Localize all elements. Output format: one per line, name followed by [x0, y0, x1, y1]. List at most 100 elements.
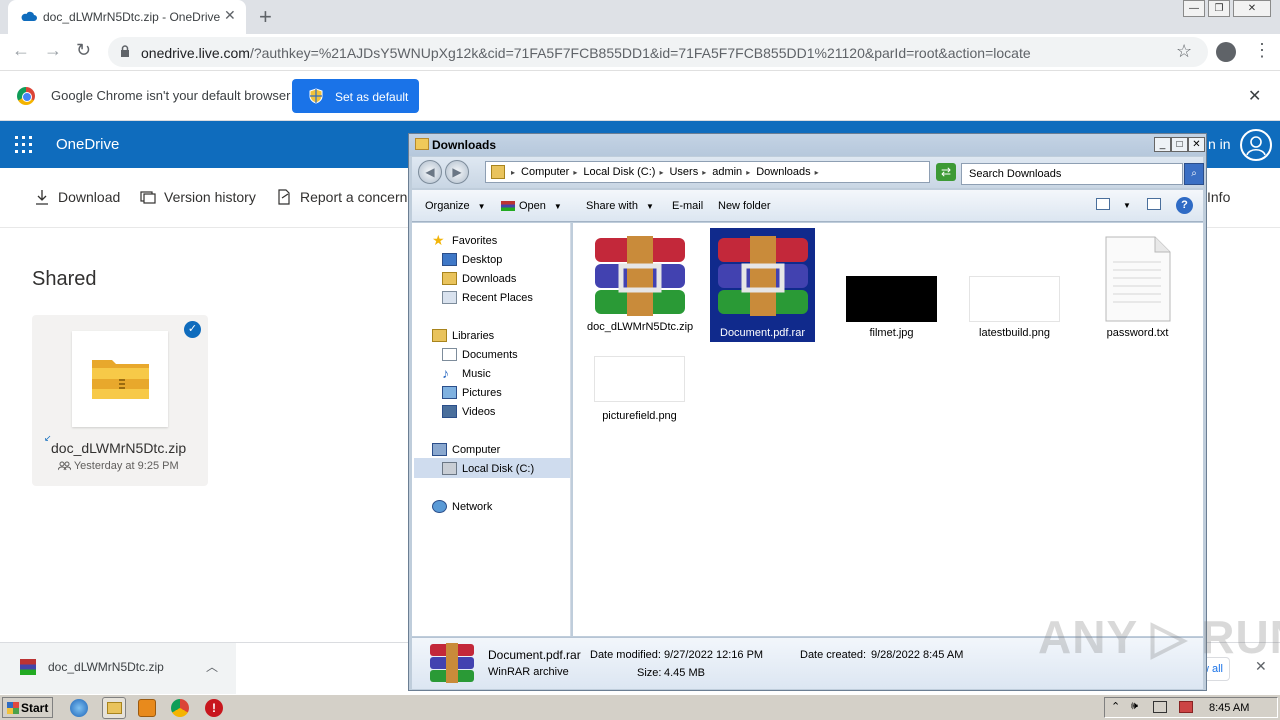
file-item[interactable]: doc_dLWMrN5Dtc.zip — [587, 228, 693, 342]
download-item[interactable]: doc_dLWMrN5Dtc.zip ︿ — [0, 643, 236, 694]
default-browser-infobar: Google Chrome isn't your default browser… — [0, 71, 1280, 121]
history-icon — [140, 191, 156, 204]
text-file-icon — [1105, 236, 1171, 322]
infobar-close-icon[interactable]: ✕ — [1248, 86, 1261, 106]
details-filetype: WinRAR archive — [488, 666, 569, 678]
address-bar[interactable]: onedrive.live.com/?authkey=%21AJDsY5WNUp… — [108, 37, 1208, 67]
crumb-local-disk[interactable]: Local Disk (C:) — [583, 166, 655, 178]
view-options-dropdown-icon[interactable]: ▼ — [1123, 201, 1131, 210]
details-modified-label: Date modified: — [590, 649, 661, 661]
change-view-icon[interactable] — [1096, 198, 1110, 210]
explorer-maximize-icon[interactable]: □ — [1171, 137, 1188, 152]
explorer-address-bar[interactable]: ▸ Computer ▸ Local Disk (C:) ▸ Users ▸ admin ▸ Do… — [485, 161, 995, 183]
image-thumbnail — [846, 276, 937, 322]
window-close-icon[interactable]: ✕ — [1233, 0, 1271, 17]
minimize-icon[interactable]: — — [1183, 0, 1205, 17]
menu-kebab-icon[interactable]: ⋮ — [1253, 40, 1271, 61]
documents-icon — [442, 348, 457, 361]
report-icon — [278, 189, 290, 205]
file-item[interactable]: filmet.jpg — [839, 228, 944, 342]
crumb-admin[interactable]: admin — [712, 166, 742, 178]
crumb-downloads[interactable]: Downloads — [756, 166, 810, 178]
tab-strip: doc_dLWMrN5Dtc.zip - OneDrive ✕ + — ❐ ✕ — [0, 0, 1280, 34]
screen: doc_dLWMrN5Dtc.zip - OneDrive ✕ + — ❐ ✕ … — [0, 0, 1280, 720]
onedrive-cloud-icon — [21, 11, 37, 21]
profile-icon[interactable] — [1216, 42, 1236, 62]
start-button[interactable]: Start — [2, 697, 53, 718]
back-icon[interactable]: ← — [12, 40, 30, 61]
email-button[interactable]: E-mail — [672, 200, 703, 212]
chrome-taskbar-icon[interactable] — [171, 699, 189, 717]
image-thumbnail — [969, 276, 1060, 322]
network-tray-icon[interactable] — [1153, 701, 1167, 713]
stop-icon[interactable]: ! — [205, 699, 223, 717]
file-item[interactable]: picturefield.png — [587, 351, 692, 431]
forward-icon[interactable]: → — [44, 40, 62, 61]
search-icon[interactable]: ⌕ — [1184, 163, 1204, 185]
file-item[interactable]: password.txt — [1085, 228, 1190, 342]
open-button[interactable]: Open ▼ — [501, 200, 562, 212]
action-center-icon[interactable] — [1179, 701, 1193, 713]
tab-close-icon[interactable]: ✕ — [224, 7, 236, 24]
sign-in-link[interactable]: n in — [1208, 136, 1231, 152]
explorer-taskbar-icon[interactable] — [102, 697, 126, 719]
explorer-search-input[interactable]: Search Downloads — [961, 163, 1183, 185]
details-size-value: 4.45 MB — [664, 667, 705, 679]
tray-expand-icon[interactable]: ⌃ — [1111, 700, 1120, 713]
star-icon: ★ — [432, 232, 445, 248]
address-folder-icon — [491, 165, 505, 179]
media-player-icon[interactable] — [138, 699, 156, 717]
winrar-large-icon — [430, 643, 474, 683]
winrar-icon — [718, 236, 808, 316]
tab-onedrive[interactable]: doc_dLWMrN5Dtc.zip - OneDrive ✕ — [8, 0, 246, 34]
network-icon — [432, 500, 447, 513]
app-launcher-icon[interactable] — [15, 136, 32, 153]
new-tab-icon[interactable]: + — [259, 4, 272, 30]
help-icon[interactable]: ? — [1176, 197, 1193, 214]
file-card-name[interactable]: doc_dLWMrN5Dtc.zip — [51, 440, 186, 456]
explorer-back-icon[interactable]: ◀ — [418, 160, 442, 184]
clock[interactable]: 8:45 AM — [1209, 702, 1249, 714]
image-thumbnail — [594, 356, 685, 402]
lock-icon — [121, 45, 129, 57]
file-item[interactable]: latestbuild.png — [962, 228, 1067, 342]
folder-icon — [415, 138, 429, 150]
info-pane-button[interactable]: Info — [1207, 189, 1230, 205]
uac-shield-icon — [309, 88, 323, 104]
selected-check-icon[interactable]: ✓ — [184, 321, 201, 338]
organize-button[interactable]: Organize ▼ — [425, 200, 486, 212]
explorer-close-icon[interactable]: ✕ — [1188, 137, 1205, 152]
account-avatar-icon[interactable] — [1240, 129, 1272, 161]
share-with-button[interactable]: Share with ▼ — [586, 200, 654, 212]
explorer-minimize-icon[interactable]: _ — [1154, 137, 1171, 152]
bookmark-star-icon[interactable]: ☆ — [1176, 41, 1192, 62]
file-card-date: Yesterday at 9:25 PM — [57, 460, 179, 472]
restore-icon[interactable]: ❐ — [1208, 0, 1230, 17]
preview-pane-icon[interactable] — [1147, 198, 1161, 210]
ie-icon[interactable] — [70, 699, 88, 717]
set-as-default-button[interactable]: Set as default — [292, 79, 419, 113]
volume-icon[interactable]: 🕪 — [1131, 700, 1138, 713]
refresh-icon[interactable]: ⇄ — [936, 163, 956, 181]
system-tray: ⌃ 🕪 8:45 AM — [1104, 697, 1278, 718]
crumb-users[interactable]: Users — [669, 166, 698, 178]
tab-title: doc_dLWMrN5Dtc.zip - OneDrive — [43, 10, 221, 24]
new-folder-button[interactable]: New folder — [718, 200, 771, 212]
onedrive-title[interactable]: OneDrive — [56, 136, 119, 153]
file-list: doc_dLWMrN5Dtc.zip Document.pdf.rar film… — [573, 223, 1203, 636]
navigation-pane: ★ Favorites Desktop Downloads Recent Plac… — [412, 223, 571, 636]
file-item-selected[interactable]: Document.pdf.rar — [710, 228, 815, 342]
crumb-computer[interactable]: Computer — [521, 166, 569, 178]
downloads-folder-icon — [442, 272, 457, 285]
music-icon: ♪ — [442, 365, 449, 381]
chevron-up-icon[interactable]: ︿ — [206, 658, 218, 675]
explorer-forward-icon[interactable]: ▶ — [445, 160, 469, 184]
details-filename: Document.pdf.rar — [488, 648, 581, 662]
file-card[interactable]: ✓ ↙ doc_dLWMrN5Dtc.zip Yesterday at 9:25… — [32, 315, 208, 486]
explorer-window: Downloads _ □ ✕ ◀ ▶ ▸ Computer ▸ Local Disk… — [408, 133, 1207, 691]
winrar-icon — [595, 236, 685, 316]
drive-icon — [442, 462, 457, 475]
explorer-titlebar[interactable]: Downloads _ □ ✕ — [409, 134, 1206, 156]
reload-icon[interactable]: ↻ — [76, 40, 91, 61]
details-created-label: Date created: — [800, 649, 867, 661]
